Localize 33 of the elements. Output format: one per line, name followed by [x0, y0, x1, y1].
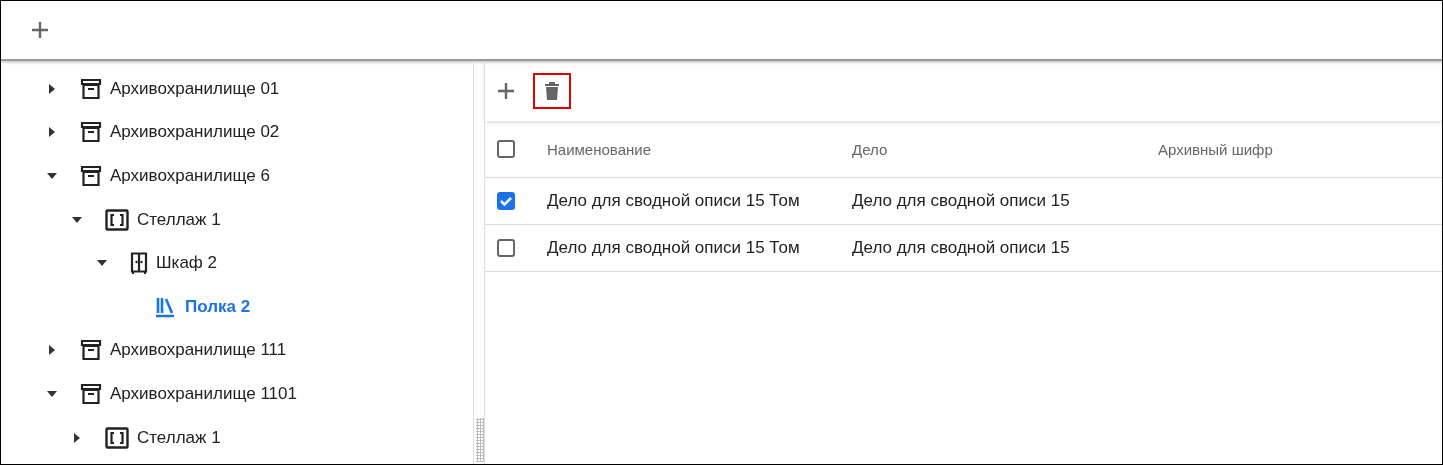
archive-box-icon: [80, 382, 102, 405]
table-cell: Дело для сводной описи 15 Том: [547, 238, 800, 257]
plus-icon: [30, 20, 50, 40]
tree-item[interactable]: Шкаф 2: [156, 253, 217, 274]
tree-item[interactable]: Полка 2: [185, 296, 251, 317]
tree-item[interactable]: Архивохранилище 6: [110, 166, 270, 186]
tree-item[interactable]: Архивохранилище 02: [110, 122, 280, 143]
tree-item[interactable]: Архивохранилище 1101: [110, 383, 297, 404]
plus-icon: [496, 81, 516, 101]
trash-icon: [544, 81, 560, 101]
archive-box-icon: [80, 165, 102, 187]
resize-handle[interactable]: [476, 418, 484, 462]
column-header[interactable]: Архивный шифр: [1158, 140, 1442, 158]
column-header[interactable]: Наименование: [547, 140, 852, 158]
tree-item[interactable]: Архивохранилище 111: [110, 340, 287, 361]
table-cell: Дело для сводной описи 15: [852, 191, 1070, 210]
tree-item[interactable]: Стеллаж 1: [137, 209, 221, 230]
row-checkbox[interactable]: [497, 192, 515, 210]
rack-icon: [105, 208, 129, 231]
books-icon: [155, 295, 177, 318]
archive-box-icon: [80, 77, 102, 100]
row-checkbox[interactable]: [497, 239, 515, 257]
select-all-checkbox[interactable]: [497, 140, 515, 158]
table-cell: Дело для сводной описи 15 Том: [547, 191, 800, 210]
cabinet-icon: [130, 252, 148, 275]
tree-item[interactable]: Архивохранилище 01: [110, 78, 280, 99]
tree-item[interactable]: Стеллаж 1: [137, 427, 221, 448]
archive-box-icon: [80, 121, 102, 144]
rack-icon: [105, 426, 129, 449]
column-header[interactable]: Дело: [852, 140, 1158, 158]
table-cell: Дело для сводной описи 15: [852, 238, 1070, 257]
archive-box-icon: [80, 339, 102, 362]
delete-button[interactable]: [533, 73, 571, 109]
